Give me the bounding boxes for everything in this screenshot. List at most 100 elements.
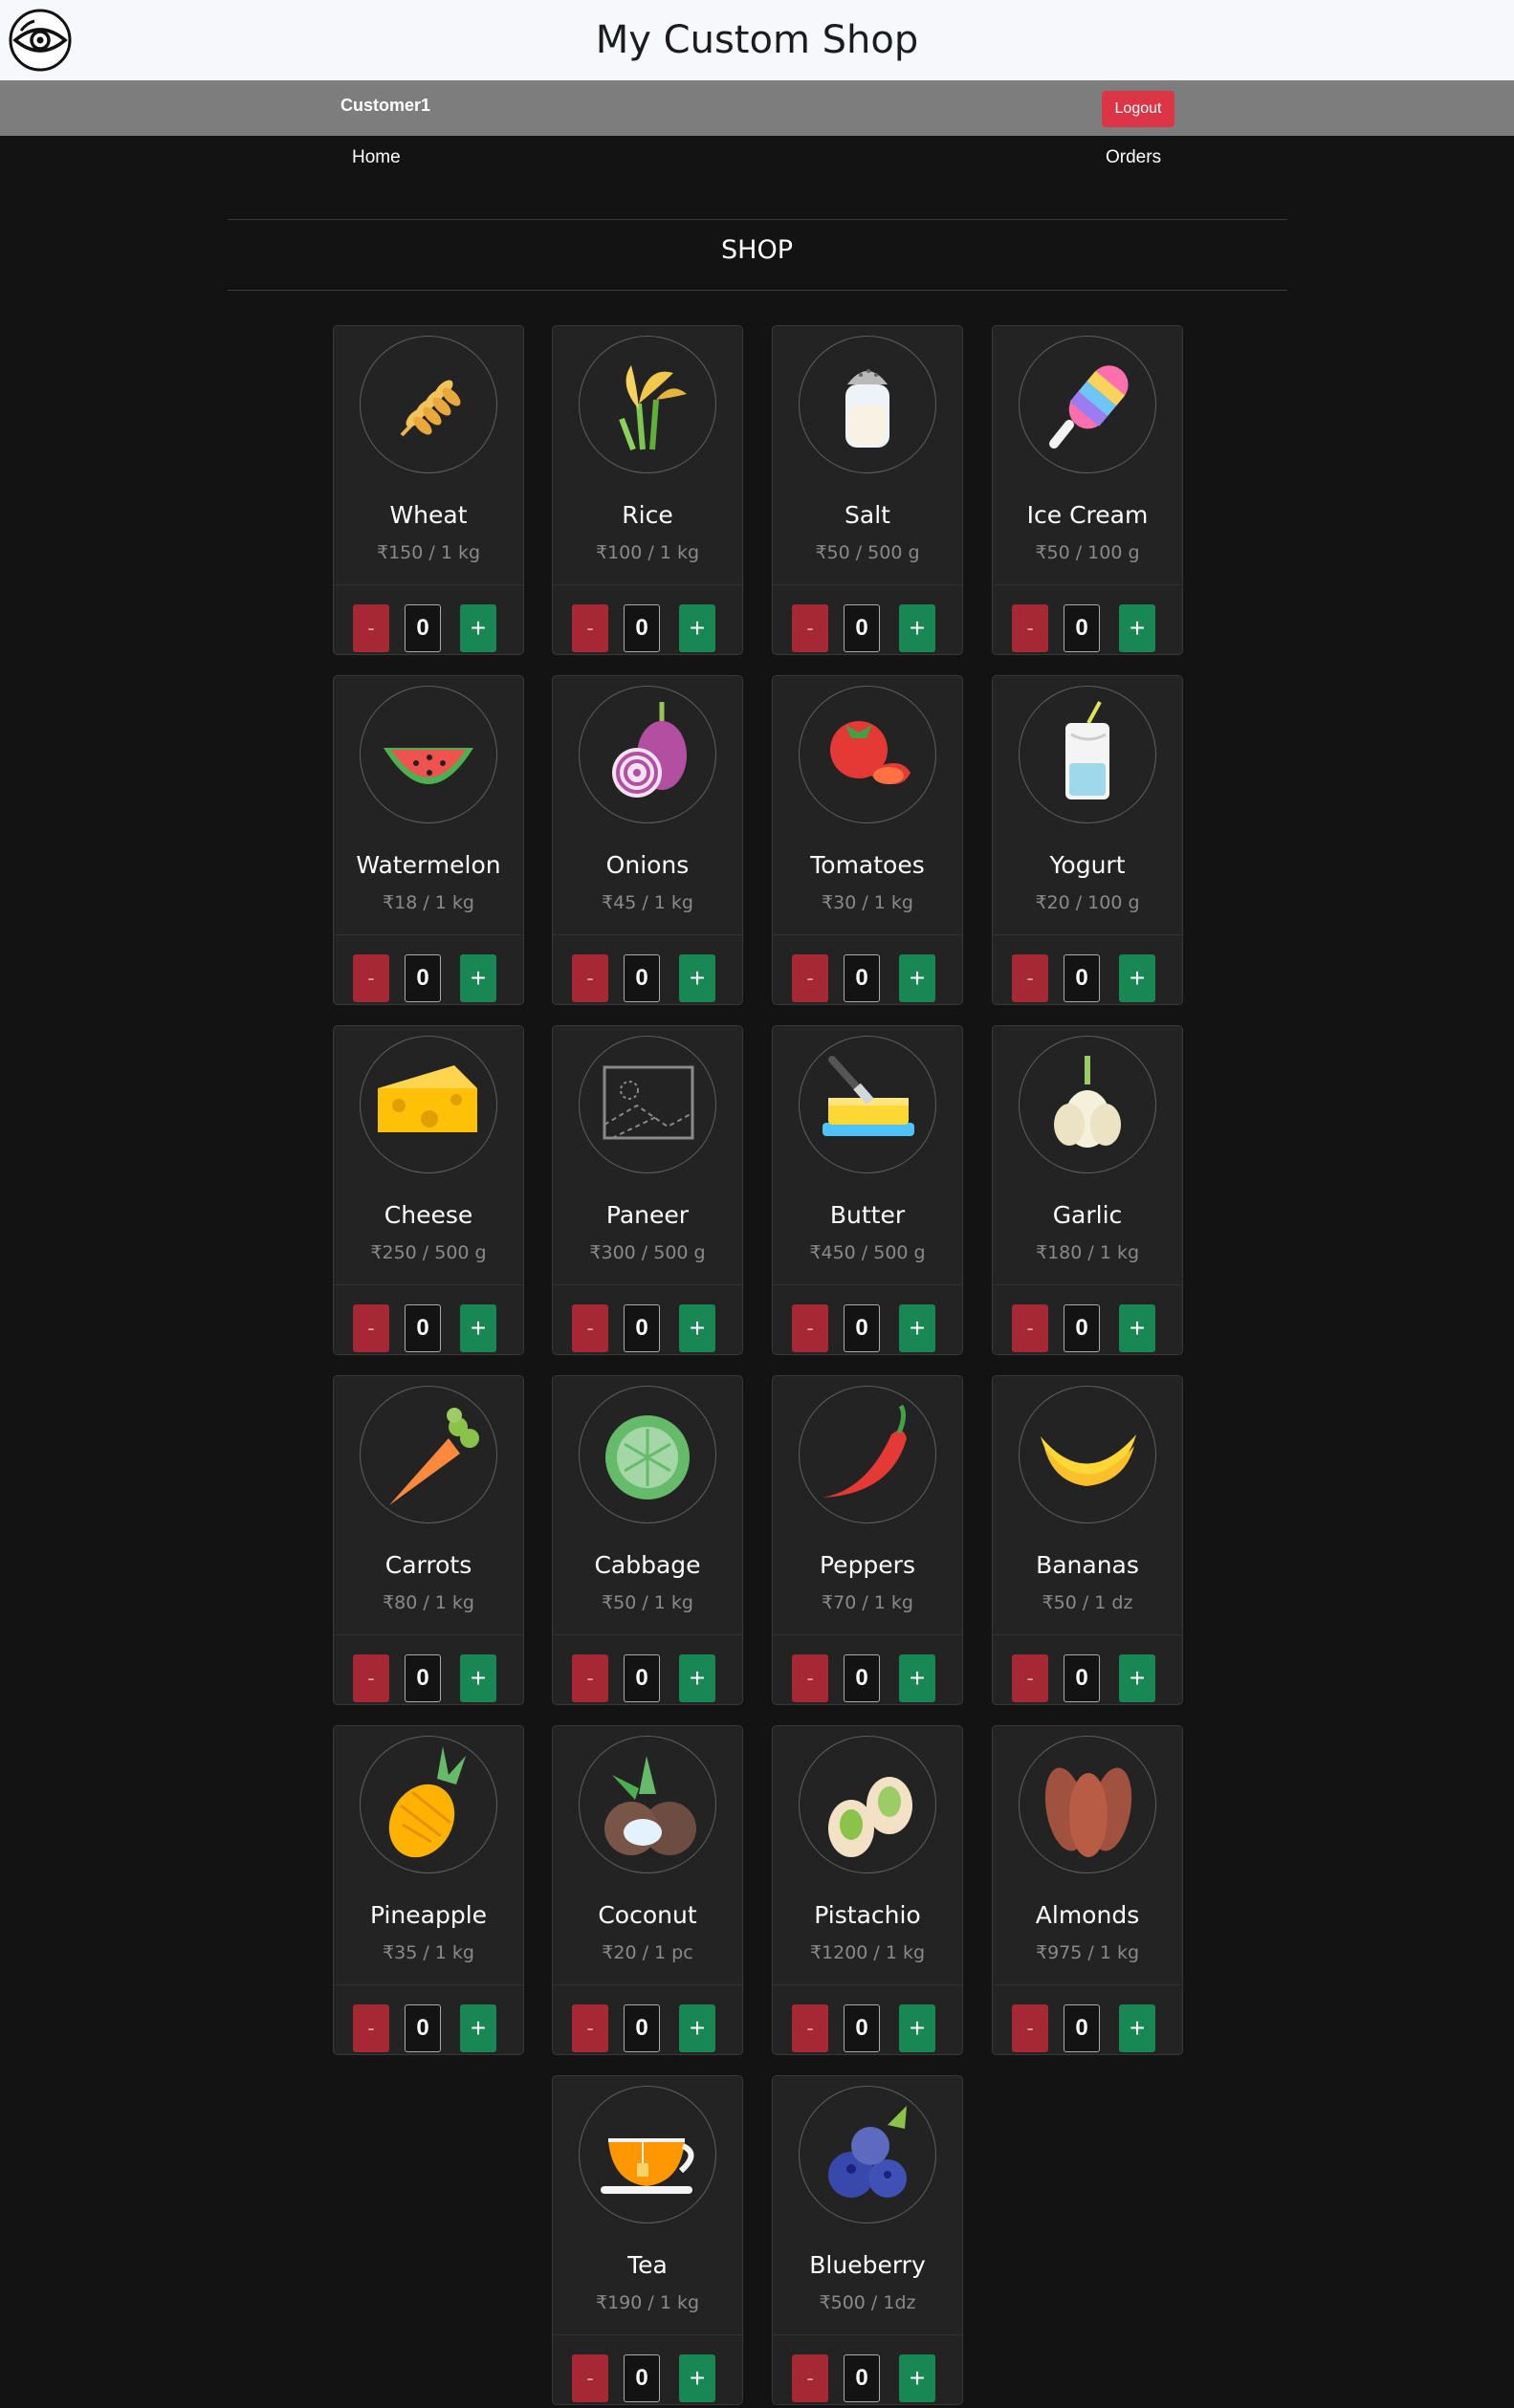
logout-button[interactable]: Logout [1102, 91, 1174, 127]
product-image [799, 1386, 936, 1523]
quantity-value[interactable]: 0 [624, 1654, 660, 1702]
increase-quantity-button[interactable]: + [679, 1654, 715, 1702]
decrease-quantity-button[interactable]: - [353, 604, 389, 652]
quantity-controls: - 0 + [773, 1984, 962, 2054]
decrease-quantity-button[interactable]: - [572, 1304, 608, 1352]
quantity-controls: - 0 + [993, 934, 1182, 1004]
increase-quantity-button[interactable]: + [899, 954, 935, 1002]
increase-quantity-button[interactable]: + [460, 2004, 496, 2052]
increase-quantity-button[interactable]: + [679, 604, 715, 652]
quantity-value[interactable]: 0 [844, 604, 880, 652]
quantity-value[interactable]: 0 [844, 954, 880, 1002]
quantity-value[interactable]: 0 [844, 1654, 880, 1702]
quantity-value[interactable]: 0 [405, 604, 441, 652]
nav-home-link[interactable]: Home [352, 147, 401, 168]
product-card-paneer: Paneer ₹300 / 500 g - 0 + [552, 1025, 743, 1355]
quantity-value[interactable]: 0 [624, 604, 660, 652]
decrease-quantity-button[interactable]: - [792, 2004, 828, 2052]
decrease-quantity-button[interactable]: - [792, 1654, 828, 1702]
product-name: Pineapple [369, 1901, 488, 1929]
section-title: SHOP [721, 235, 793, 265]
product-card-peppers: Peppers ₹70 / 1 kg - 0 + [772, 1375, 963, 1705]
product-card-coconut: Coconut ₹20 / 1 pc - 0 + [552, 1725, 743, 2055]
coconut-icon [604, 1756, 696, 1855]
decrease-quantity-button[interactable]: - [1012, 2004, 1048, 2052]
quantity-controls: - 0 + [553, 2334, 742, 2404]
decrease-quantity-button[interactable]: - [792, 954, 828, 1002]
decrease-quantity-button[interactable]: - [572, 1654, 608, 1702]
quantity-value[interactable]: 0 [1064, 604, 1100, 652]
quantity-value[interactable]: 0 [405, 1304, 441, 1352]
product-name: Carrots [384, 1551, 472, 1579]
product-price: ₹80 / 1 kg [383, 1592, 474, 1613]
quantity-controls: - 0 + [334, 1984, 523, 2054]
product-image [579, 2086, 716, 2223]
decrease-quantity-button[interactable]: - [572, 2354, 608, 2402]
increase-quantity-button[interactable]: + [1119, 954, 1155, 1002]
decrease-quantity-button[interactable]: - [353, 2004, 389, 2052]
increase-quantity-button[interactable]: + [460, 1304, 496, 1352]
quantity-value[interactable]: 0 [405, 2004, 441, 2052]
quantity-value[interactable]: 0 [1064, 1654, 1100, 1702]
increase-quantity-button[interactable]: + [899, 2354, 935, 2402]
increase-quantity-button[interactable]: + [679, 1304, 715, 1352]
product-card-yogurt: Yogurt ₹20 / 100 g - 0 + [992, 675, 1183, 1005]
decrease-quantity-button[interactable]: - [792, 2354, 828, 2402]
quantity-controls: - 0 + [993, 1284, 1182, 1354]
decrease-quantity-button[interactable]: - [1012, 954, 1048, 1002]
product-image [360, 1036, 497, 1173]
quantity-value[interactable]: 0 [844, 2004, 880, 2052]
product-name: Ice Cream [1026, 501, 1149, 529]
increase-quantity-button[interactable]: + [679, 2354, 715, 2402]
increase-quantity-button[interactable]: + [899, 604, 935, 652]
quantity-value[interactable]: 0 [624, 2354, 660, 2402]
quantity-value[interactable]: 0 [405, 954, 441, 1002]
decrease-quantity-button[interactable]: - [572, 2004, 608, 2052]
decrease-quantity-button[interactable]: - [353, 954, 389, 1002]
increase-quantity-button[interactable]: + [899, 1304, 935, 1352]
quantity-value[interactable]: 0 [405, 1654, 441, 1702]
increase-quantity-button[interactable]: + [679, 2004, 715, 2052]
increase-quantity-button[interactable]: + [1119, 2004, 1155, 2052]
increase-quantity-button[interactable]: + [460, 954, 496, 1002]
increase-quantity-button[interactable]: + [679, 954, 715, 1002]
nav-orders-link[interactable]: Orders [1106, 147, 1161, 168]
decrease-quantity-button[interactable]: - [572, 604, 608, 652]
decrease-quantity-button[interactable]: - [792, 604, 828, 652]
quantity-value[interactable]: 0 [844, 1304, 880, 1352]
product-card-almonds: Almonds ₹975 / 1 kg - 0 + [992, 1725, 1183, 2055]
product-price: ₹250 / 500 g [370, 1242, 487, 1263]
increase-quantity-button[interactable]: + [460, 1654, 496, 1702]
product-image [799, 2086, 936, 2223]
decrease-quantity-button[interactable]: - [353, 1304, 389, 1352]
increase-quantity-button[interactable]: + [460, 604, 496, 652]
increase-quantity-button[interactable]: + [899, 1654, 935, 1702]
quantity-controls: - 0 + [553, 1984, 742, 2054]
quantity-value[interactable]: 0 [844, 2354, 880, 2402]
quantity-value[interactable]: 0 [624, 954, 660, 1002]
increase-quantity-button[interactable]: + [1119, 1654, 1155, 1702]
decrease-quantity-button[interactable]: - [1012, 604, 1048, 652]
product-name: Pistachio [814, 1901, 921, 1929]
decrease-quantity-button[interactable]: - [353, 1654, 389, 1702]
decrease-quantity-button[interactable]: - [792, 1304, 828, 1352]
product-price: ₹150 / 1 kg [376, 542, 481, 563]
decrease-quantity-button[interactable]: - [1012, 1654, 1048, 1702]
tomato-icon [830, 721, 911, 784]
product-card-rice: Rice ₹100 / 1 kg - 0 + [552, 325, 743, 655]
decrease-quantity-button[interactable]: - [572, 954, 608, 1002]
product-name: Blueberry [809, 2251, 926, 2279]
decrease-quantity-button[interactable]: - [1012, 1304, 1048, 1352]
quantity-value[interactable]: 0 [624, 2004, 660, 2052]
increase-quantity-button[interactable]: + [899, 2004, 935, 2052]
product-image [1019, 1736, 1156, 1873]
product-name: Bananas [1036, 1551, 1139, 1579]
increase-quantity-button[interactable]: + [1119, 604, 1155, 652]
product-price: ₹500 / 1dz [819, 2292, 916, 2313]
quantity-value[interactable]: 0 [1064, 1304, 1100, 1352]
increase-quantity-button[interactable]: + [1119, 1304, 1155, 1352]
quantity-value[interactable]: 0 [1064, 954, 1100, 1002]
quantity-value[interactable]: 0 [1064, 2004, 1100, 2052]
quantity-value[interactable]: 0 [624, 1304, 660, 1352]
product-image [360, 686, 497, 823]
